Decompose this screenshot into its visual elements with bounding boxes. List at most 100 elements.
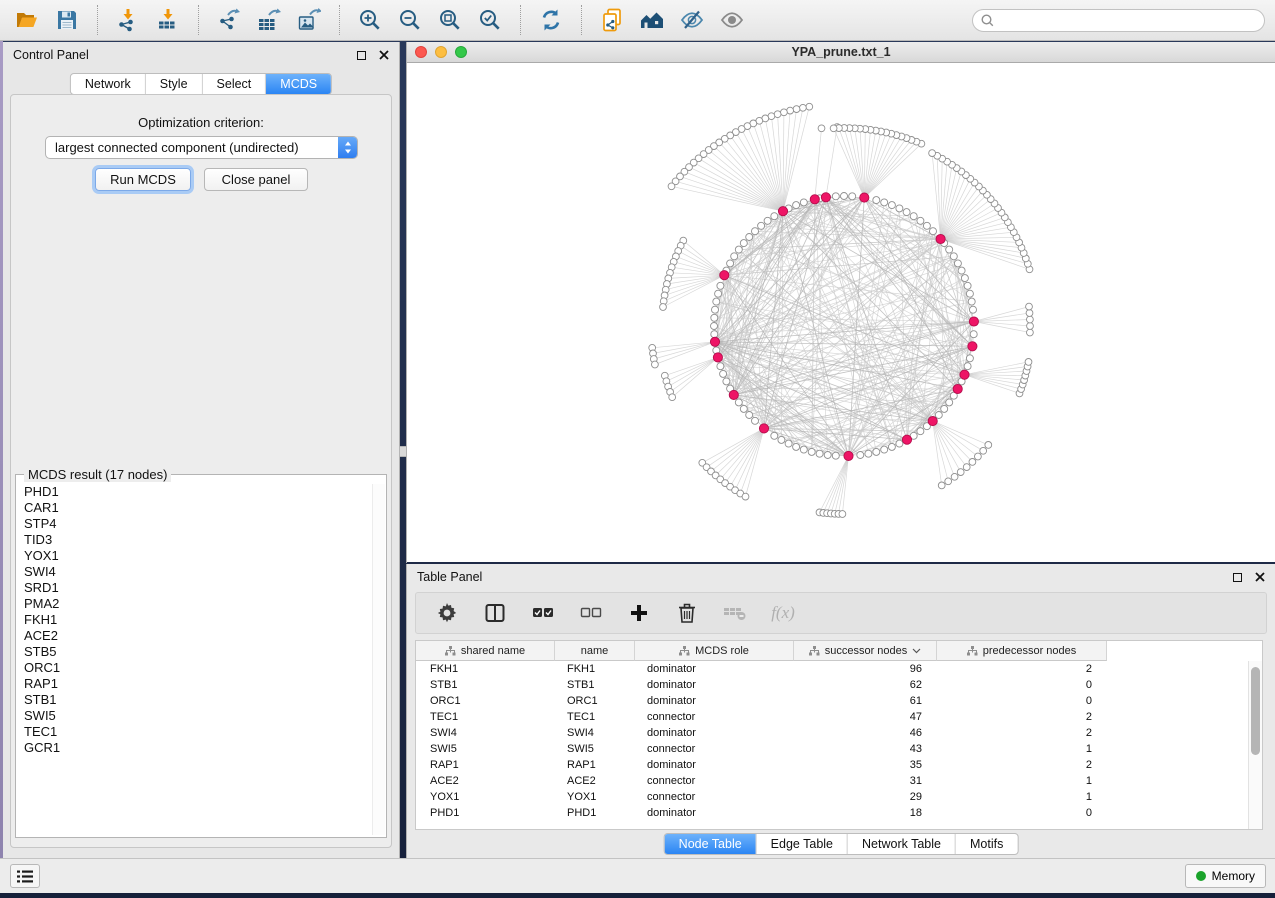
graph-node[interactable] — [746, 412, 753, 419]
graph-node[interactable] — [800, 199, 807, 206]
graph-node[interactable] — [746, 234, 753, 241]
graph-node[interactable] — [830, 125, 837, 132]
column-header-shared-name[interactable]: shared name — [416, 641, 555, 661]
tab-motifs[interactable]: Motifs — [955, 834, 1017, 854]
graph-node[interactable] — [964, 282, 971, 289]
graph-hub-node[interactable] — [710, 337, 719, 346]
run-mcds-button[interactable]: Run MCDS — [95, 168, 191, 191]
graph-node[interactable] — [888, 202, 895, 209]
graph-node[interactable] — [824, 452, 831, 459]
mcds-result-item[interactable]: FKH1 — [17, 612, 371, 628]
graph-hub-node[interactable] — [953, 384, 962, 393]
graph-node[interactable] — [857, 452, 864, 459]
tab-mcds[interactable]: MCDS — [265, 74, 331, 94]
network-home-button[interactable] — [635, 4, 669, 36]
close-panel-icon[interactable] — [1255, 572, 1265, 582]
network-canvas[interactable] — [407, 63, 1275, 562]
graph-node[interactable] — [785, 440, 792, 447]
close-panel-button[interactable]: Close panel — [204, 168, 308, 191]
mcds-result-item[interactable]: CAR1 — [17, 500, 371, 516]
graph-node[interactable] — [711, 314, 718, 321]
deselect-all-button[interactable] — [578, 599, 604, 627]
graph-node[interactable] — [945, 478, 952, 485]
apply-layout-button[interactable] — [534, 4, 568, 36]
graph-node[interactable] — [881, 446, 888, 453]
graph-node[interactable] — [964, 363, 971, 370]
graph-hub-node[interactable] — [821, 193, 830, 202]
zoom-selected-button[interactable] — [473, 4, 507, 36]
add-column-button[interactable] — [626, 599, 652, 627]
import-network-button[interactable] — [111, 4, 145, 36]
graph-node[interactable] — [717, 363, 724, 370]
table-row[interactable]: PHD1PHD1dominator180 — [416, 805, 1262, 821]
graph-node[interactable] — [652, 361, 659, 368]
delete-column-button[interactable] — [674, 599, 700, 627]
graph-node[interactable] — [771, 213, 778, 220]
graph-node[interactable] — [1025, 359, 1032, 366]
graph-hub-node[interactable] — [860, 193, 869, 202]
table-row[interactable]: RAP1RAP1dominator352 — [416, 757, 1262, 773]
search-input[interactable] — [999, 11, 1256, 30]
graph-node[interactable] — [793, 202, 800, 209]
mcds-result-item[interactable]: GCR1 — [17, 740, 371, 756]
graph-hub-node[interactable] — [936, 234, 945, 243]
graph-node[interactable] — [873, 197, 880, 204]
show-graphics-details-button[interactable] — [715, 4, 749, 36]
graph-node[interactable] — [951, 473, 958, 480]
graph-node[interactable] — [806, 103, 813, 110]
graph-node[interactable] — [966, 290, 973, 297]
graph-node[interactable] — [970, 306, 977, 313]
graph-node[interactable] — [717, 282, 724, 289]
mcds-result-item[interactable]: ACE2 — [17, 628, 371, 644]
zoom-out-button[interactable] — [393, 4, 427, 36]
graph-hub-node[interactable] — [778, 207, 787, 216]
save-session-button[interactable] — [50, 4, 84, 36]
graph-hub-node[interactable] — [759, 424, 768, 433]
graph-node[interactable] — [669, 394, 676, 401]
memory-button[interactable]: Memory — [1185, 864, 1266, 888]
graph-node[interactable] — [720, 370, 727, 377]
graph-hub-node[interactable] — [969, 317, 978, 326]
graph-node[interactable] — [946, 399, 953, 406]
task-history-button[interactable] — [10, 864, 40, 888]
tab-style[interactable]: Style — [145, 74, 202, 94]
graph-node[interactable] — [969, 459, 976, 466]
graph-node[interactable] — [963, 464, 970, 471]
close-panel-icon[interactable] — [379, 50, 389, 60]
column-header-mcds-role[interactable]: MCDS role — [635, 641, 794, 661]
mcds-result-item[interactable]: PMA2 — [17, 596, 371, 612]
mcds-result-item[interactable]: SWI4 — [17, 564, 371, 580]
graph-hub-node[interactable] — [968, 342, 977, 351]
graph-node[interactable] — [668, 183, 675, 190]
table-row[interactable]: FKH1FKH1dominator962 — [416, 661, 1262, 677]
graph-node[interactable] — [793, 106, 800, 113]
mcds-result-item[interactable]: STP4 — [17, 516, 371, 532]
graph-node[interactable] — [985, 442, 992, 449]
table-row[interactable]: SWI5SWI5connector431 — [416, 741, 1262, 757]
tab-edge-table[interactable]: Edge Table — [756, 834, 847, 854]
graph-node[interactable] — [832, 193, 839, 200]
tab-network[interactable]: Network — [71, 74, 145, 94]
import-table-button[interactable] — [151, 4, 185, 36]
graph-node[interactable] — [1027, 329, 1034, 336]
graph-node[interactable] — [896, 205, 903, 212]
table-row[interactable]: ACE2ACE2connector311 — [416, 773, 1262, 789]
graph-node[interactable] — [910, 213, 917, 220]
mcds-result-item[interactable]: RAP1 — [17, 676, 371, 692]
graph-node[interactable] — [881, 199, 888, 206]
graph-node[interactable] — [764, 217, 771, 224]
graph-node[interactable] — [712, 306, 719, 313]
graph-node[interactable] — [980, 447, 987, 454]
mcds-result-item[interactable]: TEC1 — [17, 724, 371, 740]
graph-hub-node[interactable] — [720, 271, 729, 280]
graph-node[interactable] — [758, 222, 765, 229]
graph-node[interactable] — [896, 440, 903, 447]
graph-node[interactable] — [966, 355, 973, 362]
graph-node[interactable] — [771, 432, 778, 439]
graph-node[interactable] — [917, 428, 924, 435]
mcds-result-item[interactable]: STB5 — [17, 644, 371, 660]
graph-node[interactable] — [752, 228, 759, 235]
graph-node[interactable] — [930, 228, 937, 235]
mcds-result-item[interactable]: SWI5 — [17, 708, 371, 724]
graph-node[interactable] — [954, 260, 961, 267]
